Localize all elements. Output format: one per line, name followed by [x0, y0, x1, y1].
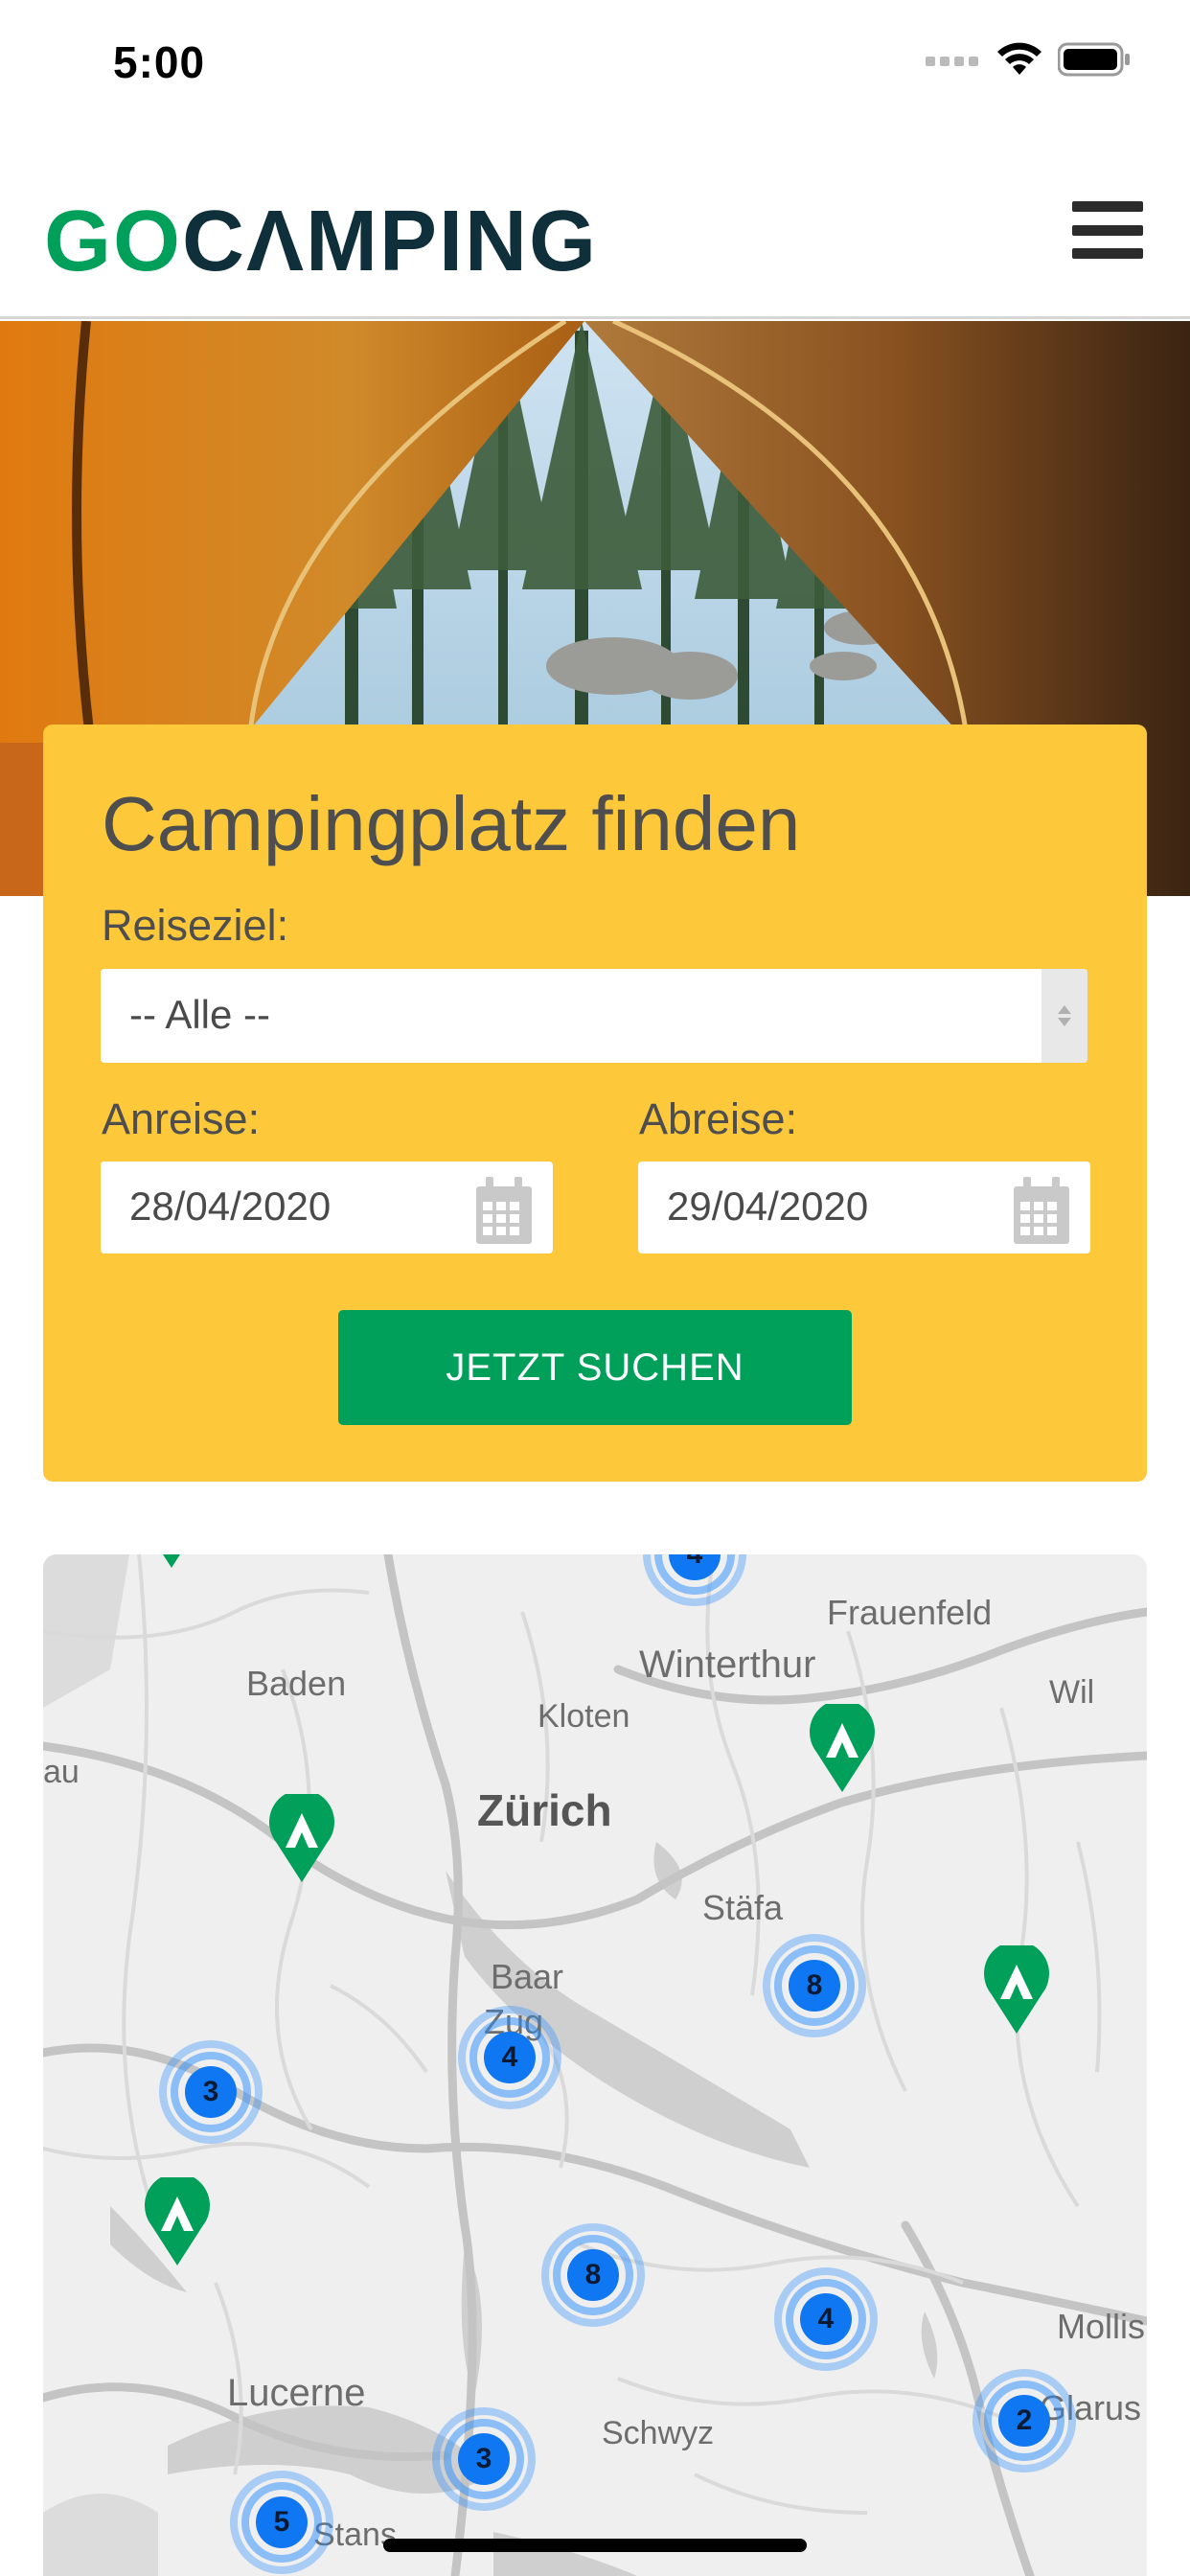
signal-icon	[926, 57, 978, 66]
cluster-count: 5	[256, 2496, 308, 2548]
campsite-cluster-marker[interactable]: 5	[224, 2465, 339, 2576]
cluster-count: 4	[800, 2293, 852, 2345]
place-label: Zürich	[477, 1785, 612, 1835]
departure-date-input[interactable]: 29/04/2020	[638, 1162, 1090, 1254]
status-time: 5:00	[113, 37, 206, 87]
place-label: au	[43, 1754, 80, 1790]
select-arrows-icon	[1041, 969, 1087, 1063]
campsite-pin-icon[interactable]	[983, 1945, 1050, 2036]
gocamping-logo[interactable]: GOCΛMPING	[44, 198, 598, 285]
cluster-count: 4	[484, 2032, 536, 2083]
campsite-cluster-marker[interactable]: 4	[768, 2262, 883, 2377]
campsite-cluster-marker[interactable]: 3	[153, 2035, 268, 2150]
logo-go: GO	[44, 194, 183, 289]
place-label: Baden	[246, 1664, 347, 1703]
campsite-pin-icon[interactable]	[268, 1794, 335, 1884]
cluster-count: 8	[567, 2249, 619, 2301]
search-submit-button[interactable]: JETZT SUCHEN	[338, 1310, 852, 1425]
wifi-icon	[997, 42, 1041, 75]
status-icons	[926, 42, 1131, 77]
place-label: Stäfa	[702, 1888, 784, 1927]
site-header: GOCΛMPING	[0, 125, 1190, 319]
logo-camping: CΛMPING	[182, 194, 599, 289]
place-label: Kloten	[538, 1698, 630, 1735]
arrival-label: Anreise:	[102, 1094, 261, 1143]
campsite-cluster-marker[interactable]: 2	[967, 2363, 1082, 2478]
battery-icon	[1058, 42, 1130, 77]
home-indicator[interactable]	[383, 2539, 807, 2552]
place-label: Winterthur	[639, 1644, 816, 1686]
calendar-icon[interactable]	[1012, 1175, 1071, 1246]
place-label: Schwyz	[602, 2415, 715, 2451]
cluster-count: 2	[998, 2395, 1050, 2447]
place-label: Lucerne	[227, 2372, 366, 2414]
campsite-cluster-marker[interactable]: 3	[426, 2402, 541, 2517]
arrival-date-value: 28/04/2020	[129, 1184, 332, 1229]
campsite-map[interactable]: Frauenfeld Winterthur Baden Kloten Wil a…	[43, 1554, 1147, 2576]
place-label: Wil	[1049, 1674, 1095, 1711]
destination-value: -- Alle --	[129, 992, 270, 1037]
departure-label: Abreise:	[639, 1094, 798, 1143]
arrival-date-input[interactable]: 28/04/2020	[101, 1162, 553, 1254]
calendar-icon[interactable]	[474, 1175, 534, 1246]
campsite-pin-icon[interactable]	[144, 2177, 211, 2267]
campsite-cluster-marker[interactable]: 8	[757, 1928, 872, 2043]
search-card: Campingplatz finden Reiseziel: -- Alle -…	[43, 724, 1147, 1482]
campsite-pin-icon[interactable]	[809, 1704, 876, 1794]
destination-label: Reiseziel:	[102, 901, 289, 950]
destination-select[interactable]: -- Alle --	[101, 969, 1087, 1063]
hamburger-menu-icon[interactable]	[1072, 201, 1143, 259]
cluster-count: 3	[458, 2433, 510, 2485]
campsite-cluster-marker[interactable]: 4	[452, 2000, 567, 2115]
departure-date-value: 29/04/2020	[667, 1184, 869, 1229]
status-bar: 5:00	[0, 0, 1190, 125]
campsite-cluster-marker[interactable]: 8	[536, 2218, 651, 2333]
cluster-count: 3	[185, 2066, 237, 2118]
place-label: Mollis	[1057, 2307, 1146, 2346]
cluster-count: 8	[789, 1960, 840, 2012]
search-title: Campingplatz finden	[102, 781, 801, 866]
campsite-pin-icon[interactable]	[138, 1554, 205, 1570]
campsite-cluster-marker[interactable]: 4	[637, 1554, 752, 1612]
place-label: Baar	[491, 1957, 564, 1996]
place-label: Frauenfeld	[827, 1593, 993, 1632]
